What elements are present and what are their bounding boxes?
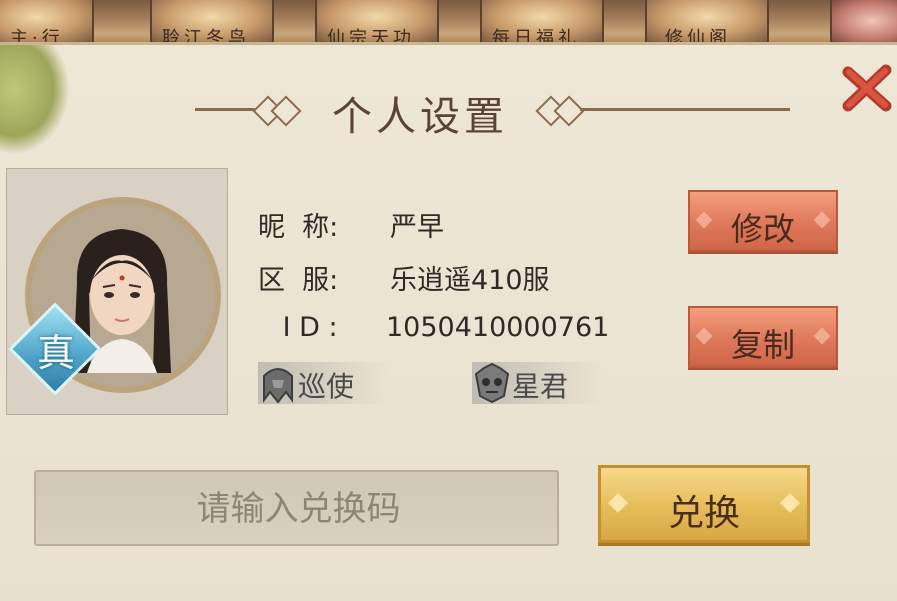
top-tile-3-label: 每日福礼 <box>492 28 580 42</box>
top-navigation-strip: 主·行 聆江冬鸟 仙宗天功 每日福礼 修仙阁 <box>0 0 897 42</box>
title-badge-xunshi[interactable]: 巡使 <box>258 362 388 404</box>
top-tile-5[interactable] <box>830 0 897 42</box>
header-diamond-icon <box>553 95 585 127</box>
title-badge-xingjun[interactable]: 星君 <box>472 362 602 404</box>
panel-header: 个人设置 <box>195 80 790 140</box>
page-title: 个人设置 <box>332 94 508 140</box>
redeem-code-input[interactable] <box>36 472 561 546</box>
close-icon <box>842 64 892 112</box>
copy-button-label: 复制 <box>730 326 795 364</box>
top-tile-0-label: 主·行 <box>10 28 64 42</box>
header-line-left <box>195 108 260 111</box>
server-label: 区 服: <box>258 265 339 296</box>
modify-button-label: 修改 <box>730 210 795 248</box>
leaf-decoration <box>0 45 70 155</box>
top-tile-2-label: 仙宗天功 <box>327 28 415 42</box>
server-value: 乐逍遥410服 <box>390 265 550 296</box>
top-tile-4-label: 修仙阁 <box>665 28 731 42</box>
helmet-emblem-icon <box>263 368 293 404</box>
id-value: 1050410000761 <box>386 312 610 343</box>
skull-emblem-icon <box>474 362 510 404</box>
title-name: 星君 <box>512 370 569 403</box>
redeem-code-field[interactable] <box>34 470 561 546</box>
redeem-button-label: 兑换 <box>667 493 740 534</box>
header-line-right <box>580 108 790 111</box>
nickname-label: 昵 称: <box>258 212 339 243</box>
title-name: 巡使 <box>298 370 355 403</box>
redeem-button[interactable]: 兑换 <box>598 465 810 543</box>
badge-char: 真 <box>36 331 75 375</box>
top-tile-1-label: 聆江冬鸟 <box>162 28 250 42</box>
nickname-value: 严早 <box>390 212 444 243</box>
header-diamond-icon <box>270 95 302 127</box>
verified-badge: 真 <box>8 302 104 398</box>
copy-button[interactable]: 复制 <box>688 306 838 368</box>
modify-button[interactable]: 修改 <box>688 190 838 252</box>
close-button[interactable] <box>840 62 894 116</box>
id-label: I D : <box>274 312 338 343</box>
